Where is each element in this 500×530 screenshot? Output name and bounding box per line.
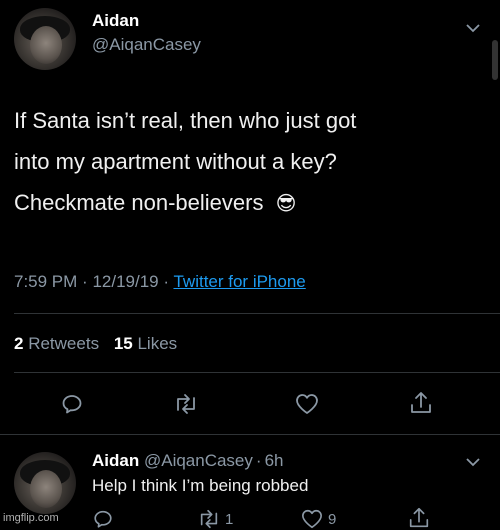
scrollbar[interactable] bbox=[492, 40, 498, 80]
tweet-text-line-3: Checkmate non-believers bbox=[14, 190, 264, 215]
reply-display-name[interactable]: Aidan bbox=[92, 451, 139, 470]
likes-count: 15 bbox=[113, 334, 133, 353]
reply-retweet-count: 1 bbox=[225, 510, 234, 528]
chevron-down-icon bbox=[466, 24, 480, 33]
reply-share-button[interactable] bbox=[407, 506, 431, 530]
retweet-icon bbox=[177, 394, 195, 414]
reply-like-count: 9 bbox=[328, 510, 337, 528]
heart-icon bbox=[302, 509, 322, 529]
like-button[interactable] bbox=[294, 392, 320, 416]
separator-dot: · bbox=[163, 272, 170, 291]
divider bbox=[0, 434, 500, 435]
watermark: imgflip.com bbox=[3, 512, 59, 524]
heart-icon bbox=[296, 394, 318, 414]
separator-dot: · bbox=[82, 272, 88, 291]
tweet-time: 7:59 PM bbox=[14, 272, 78, 291]
retweet-icon bbox=[200, 509, 218, 529]
tweet-source-link[interactable]: Twitter for iPhone bbox=[173, 272, 305, 291]
retweets-label: Retweets bbox=[28, 334, 100, 353]
reply-text: Help I think I’m being robbed bbox=[92, 476, 309, 495]
share-icon bbox=[409, 507, 429, 528]
timestamp-row: 7:59 PM · 12/19/19 · Twitter for iPhone bbox=[14, 272, 306, 292]
stats-row: 2 Retweets 15 Likes bbox=[14, 334, 177, 354]
reply-age: 6h bbox=[264, 451, 284, 470]
tweet-text-line: Checkmate non-believers 😎 bbox=[14, 182, 494, 225]
reply-avatar[interactable] bbox=[14, 452, 76, 514]
reply-header: Aidan @AiqanCasey · 6h bbox=[92, 451, 284, 471]
likes-stat[interactable]: 15 Likes bbox=[114, 334, 177, 353]
share-button[interactable] bbox=[408, 390, 434, 416]
reply-button[interactable] bbox=[60, 392, 84, 416]
sunglasses-emoji: 😎 bbox=[275, 193, 297, 215]
reply-chevron[interactable] bbox=[465, 456, 481, 468]
reply-like-button[interactable]: 9 bbox=[300, 508, 336, 530]
tweet-date: 12/19/19 bbox=[92, 272, 159, 291]
avatar[interactable] bbox=[14, 8, 76, 70]
likes-label: Likes bbox=[137, 334, 178, 353]
divider bbox=[14, 372, 500, 373]
reply-reply-button[interactable] bbox=[92, 508, 114, 530]
chevron-down-icon bbox=[466, 458, 480, 467]
tweet-text: If Santa isn’t real, then who just got i… bbox=[14, 100, 494, 225]
more-options-chevron[interactable] bbox=[465, 22, 481, 34]
display-name[interactable]: Aidan bbox=[92, 11, 139, 31]
tweet-text-line: into my apartment without a key? bbox=[14, 149, 337, 174]
tweet-text-line: If Santa isn’t real, then who just got bbox=[14, 108, 357, 133]
handle[interactable]: @AiqanCasey bbox=[92, 35, 201, 55]
reply-icon bbox=[62, 395, 82, 414]
separator-dot: · bbox=[255, 451, 262, 470]
retweets-stat[interactable]: 2 Retweets bbox=[14, 334, 104, 353]
reply-icon bbox=[94, 510, 112, 528]
retweets-count: 2 bbox=[14, 334, 24, 353]
share-icon bbox=[411, 392, 431, 413]
retweet-button[interactable] bbox=[173, 392, 199, 416]
reply-retweet-button[interactable]: 1 bbox=[197, 508, 233, 530]
reply-handle[interactable]: @AiqanCasey bbox=[144, 451, 253, 470]
divider bbox=[14, 313, 500, 314]
